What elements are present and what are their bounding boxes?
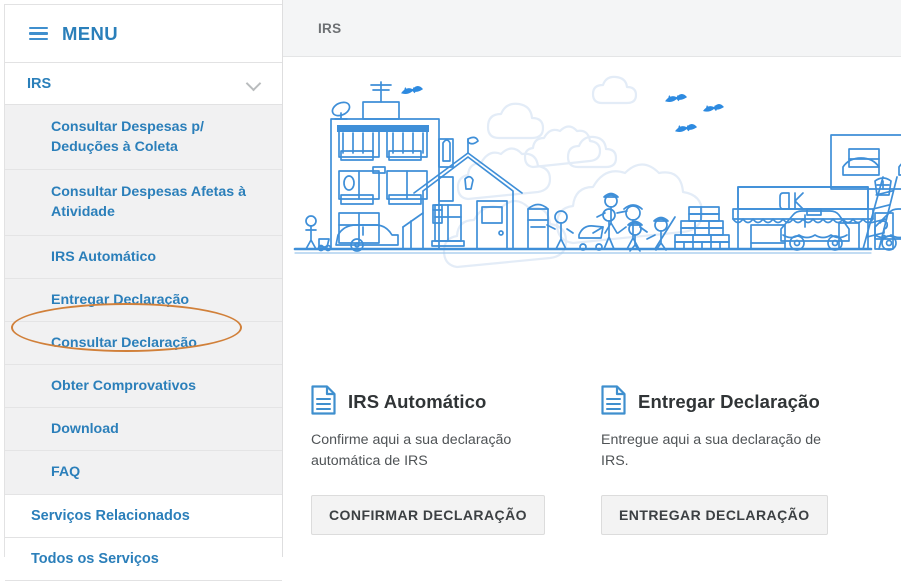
hero-illustration xyxy=(283,57,901,387)
document-icon xyxy=(311,384,336,420)
sidebar-item-servicos-relacionados[interactable]: Serviços Relacionados xyxy=(5,494,282,538)
chevron-down-icon[interactable] xyxy=(247,77,260,90)
confirmar-declaracao-button[interactable]: CONFIRMAR DECLARAÇÃO xyxy=(311,494,545,535)
sidebar-item-faq[interactable]: FAQ xyxy=(5,451,282,495)
city-street-line-illustration xyxy=(293,75,901,269)
sidebar-item-irs-automatico[interactable]: IRS Automático xyxy=(5,235,282,279)
card-irs-automatico: IRS Automático Confirme aqui a sua decla… xyxy=(311,384,601,535)
sidebar-item-consultar-declaracao[interactable]: Consultar Declaração xyxy=(5,321,282,366)
card-description: Entregue aqui a sua declaração de IRS. xyxy=(601,432,822,470)
sidebar-group-irs[interactable]: IRS xyxy=(5,63,282,105)
card-title: IRS Automático xyxy=(348,391,487,412)
menu-label: MENU xyxy=(62,22,119,44)
document-icon xyxy=(601,384,626,420)
hamburger-icon[interactable] xyxy=(29,26,48,41)
sidebar-item-consultar-despesas-atividade[interactable]: Consultar Despesas Afetas à Atividade xyxy=(5,170,282,236)
card-title: Entregar Declaração xyxy=(638,391,820,412)
entregar-declaracao-button[interactable]: ENTREGAR DECLARAÇÃO xyxy=(601,494,828,535)
content-header: IRS xyxy=(283,0,901,57)
birds xyxy=(401,85,724,132)
card-header: Entregar Declaração xyxy=(601,384,871,420)
menu-header[interactable]: MENU xyxy=(5,5,282,63)
sidebar-item-todos-os-servicos[interactable]: Todos os Serviços xyxy=(5,537,282,581)
sidebar: MENU IRS Consultar Despesas p/ Deduções … xyxy=(0,0,283,581)
card-entregar-declaracao: Entregar Declaração Entregue aqui a sua … xyxy=(601,384,891,535)
sidebar-item-entregar-declaracao[interactable]: Entregar Declaração xyxy=(5,278,282,322)
sidebar-inner: MENU IRS Consultar Despesas p/ Deduções … xyxy=(4,4,282,581)
sidebar-item-consultar-despesas-deducoes[interactable]: Consultar Despesas p/ Deduções à Coleta xyxy=(5,105,282,171)
sidebar-item-obter-comprovativos[interactable]: Obter Comprovativos xyxy=(5,365,282,409)
sidebar-submenu: Consultar Despesas p/ Deduções à Coleta … xyxy=(5,105,282,495)
card-description: Confirme aqui a sua declaração automátic… xyxy=(311,432,512,470)
breadcrumb: IRS xyxy=(318,20,342,36)
sidebar-item-download[interactable]: Download xyxy=(5,408,282,452)
page-root: MENU IRS Consultar Despesas p/ Deduções … xyxy=(0,0,901,581)
sidebar-group-label: IRS xyxy=(27,75,52,92)
card-header: IRS Automático xyxy=(311,384,581,420)
main-content: IRS IRS Automático Confirme aqui a sua d… xyxy=(283,0,901,557)
cards-row: IRS Automático Confirme aqui a sua decla… xyxy=(283,384,901,535)
